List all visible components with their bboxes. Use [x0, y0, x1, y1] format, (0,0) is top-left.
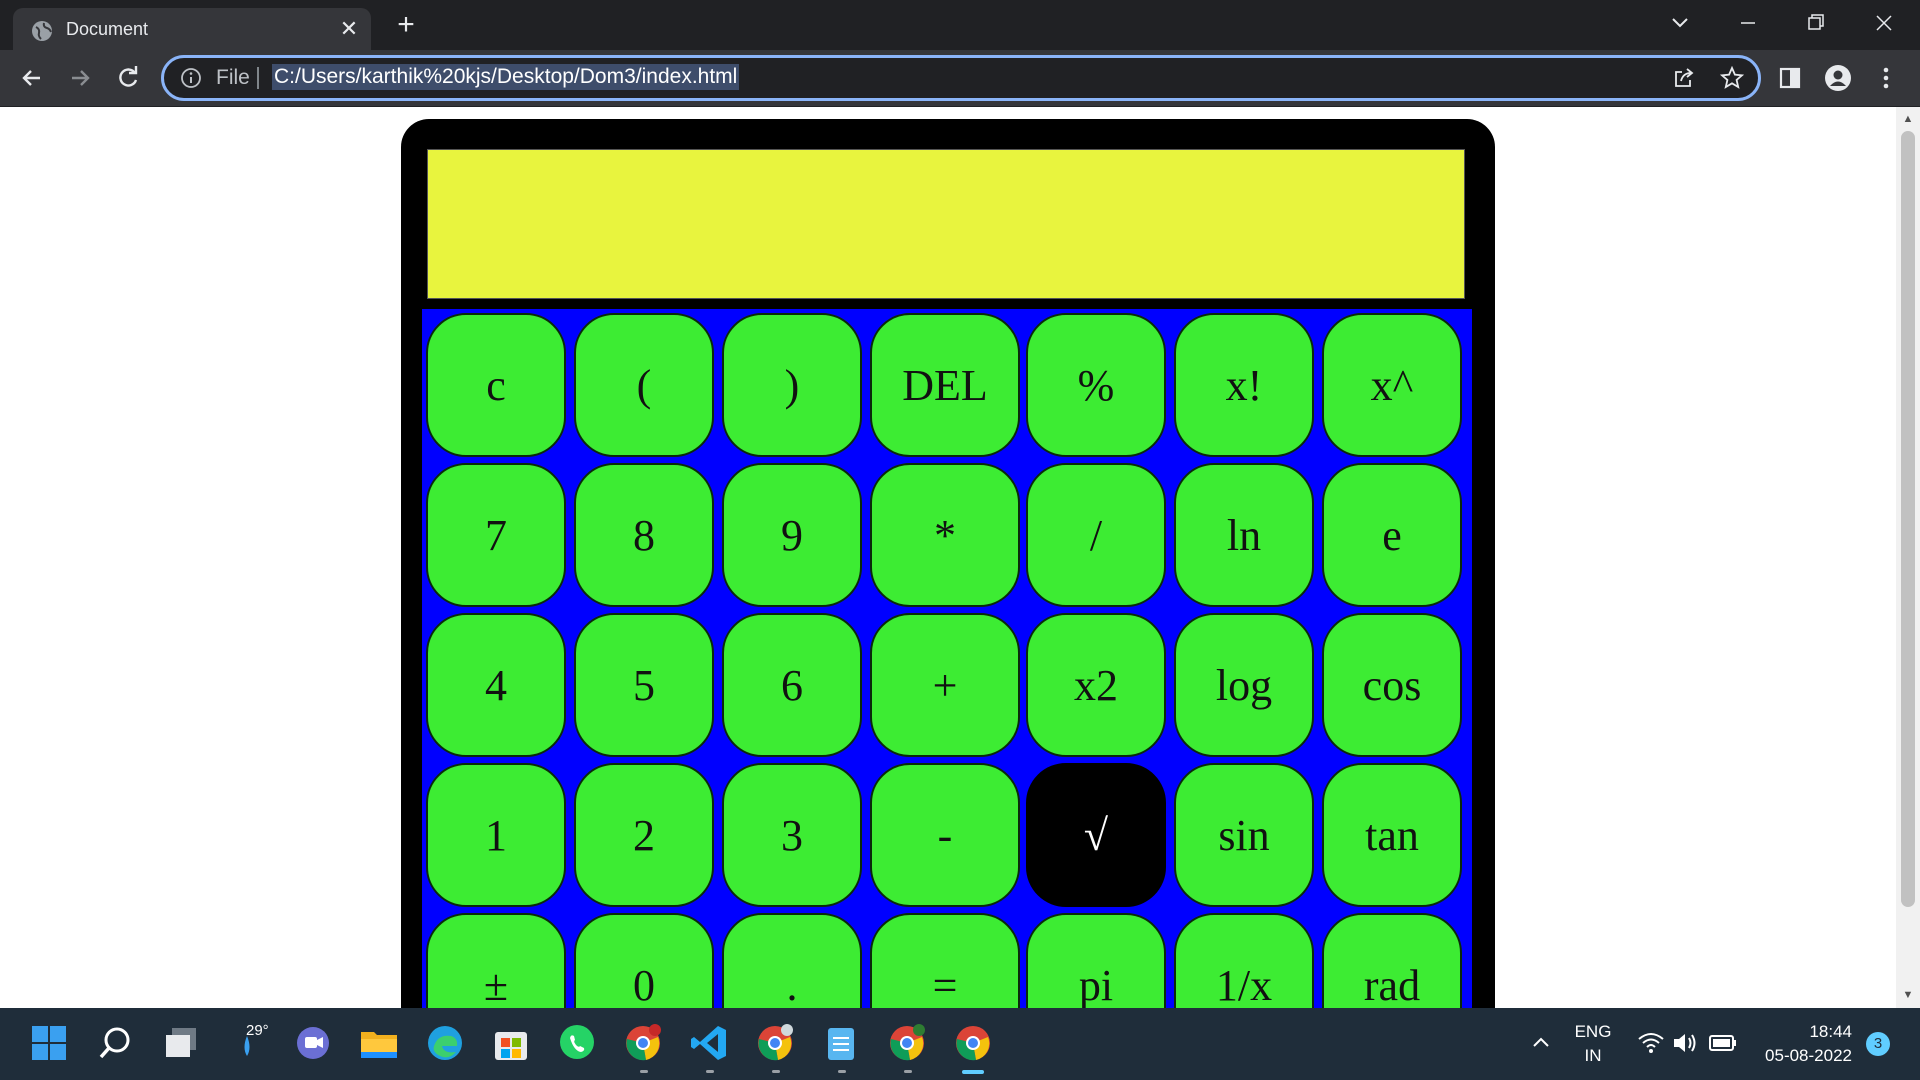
address-scheme-label: File: [216, 66, 250, 89]
calc-key[interactable]: %: [1026, 313, 1166, 457]
calc-key[interactable]: DEL: [870, 313, 1020, 457]
calculator-body: c() DEL% x! x^ 7 8 9 * / ln e 4 5 6 + x2 log cos 1 2 3- √ sin t…: [401, 119, 1495, 1008]
chevron-up-icon[interactable]: [1520, 1022, 1562, 1064]
battery-icon[interactable]: [1702, 1022, 1744, 1064]
clock-date[interactable]: 05-08-2022: [1752, 1046, 1852, 1066]
calc-key[interactable]: 4: [426, 613, 566, 757]
clock-time[interactable]: 18:44: [1752, 1022, 1852, 1042]
active-app-indicator: [962, 1070, 984, 1074]
calc-key[interactable]: 5: [574, 613, 714, 757]
calc-key[interactable]: 8: [574, 463, 714, 607]
calc-key[interactable]: √: [1026, 763, 1166, 907]
calc-key[interactable]: c: [426, 313, 566, 457]
edge-browser-icon[interactable]: [424, 1022, 466, 1064]
calc-key[interactable]: /: [1026, 463, 1166, 607]
running-indicator: [640, 1070, 648, 1073]
running-indicator: [706, 1070, 714, 1073]
side-panel-icon[interactable]: [1776, 64, 1804, 92]
calc-key[interactable]: pi: [1026, 913, 1166, 1008]
language-indicator[interactable]: ENG: [1572, 1022, 1614, 1042]
address-bar[interactable]: File C:/Users/karthik%20kjs/Desktop/Dom3…: [161, 55, 1761, 101]
chrome-active-icon[interactable]: [952, 1022, 994, 1064]
browser-titlebar: Document ✕ +: [0, 0, 1920, 50]
windows-start-icon[interactable]: [28, 1022, 70, 1064]
running-indicator: [838, 1070, 846, 1073]
calc-key[interactable]: 9: [722, 463, 862, 607]
chrome-profile-3-icon[interactable]: [886, 1022, 928, 1064]
scrollbar-thumb[interactable]: [1901, 131, 1915, 907]
running-indicator: [772, 1070, 780, 1073]
teams-chat-icon[interactable]: [292, 1022, 334, 1064]
share-icon[interactable]: [1672, 66, 1696, 90]
calc-key[interactable]: 2: [574, 763, 714, 907]
weather-temperature: 29°: [246, 1022, 269, 1039]
tab-title: Document: [66, 19, 149, 39]
browser-tab[interactable]: Document ✕: [13, 8, 371, 50]
reload-icon[interactable]: [114, 64, 142, 92]
calc-key[interactable]: tan: [1322, 763, 1462, 907]
address-separator: [257, 67, 259, 89]
chrome-profile-2-icon[interactable]: [754, 1022, 796, 1064]
chrome-profile-1-icon[interactable]: [622, 1022, 664, 1064]
calc-key[interactable]: ln: [1174, 463, 1314, 607]
windows-taskbar: 29° ENG IN 18:44 05-08-2022 3: [0, 1008, 1920, 1080]
bookmark-star-icon[interactable]: [1720, 66, 1744, 90]
calc-key[interactable]: e: [1322, 463, 1462, 607]
calc-key[interactable]: sin: [1174, 763, 1314, 907]
browser-toolbar: File C:/Users/karthik%20kjs/Desktop/Dom3…: [0, 50, 1920, 107]
page-viewport: c() DEL% x! x^ 7 8 9 * / ln e 4 5 6 + x2 log cos 1 2 3- √ sin t…: [0, 107, 1896, 1008]
vscode-icon[interactable]: [688, 1022, 730, 1064]
tab-search-icon[interactable]: [1660, 8, 1700, 38]
calc-key[interactable]: 0: [574, 913, 714, 1008]
whatsapp-icon[interactable]: [556, 1022, 598, 1064]
profile-avatar-icon[interactable]: [1824, 64, 1852, 92]
calc-key[interactable]: =: [870, 913, 1020, 1008]
more-menu-icon[interactable]: [1872, 64, 1900, 92]
calc-key[interactable]: 7: [426, 463, 566, 607]
search-icon[interactable]: [94, 1022, 136, 1064]
close-window-icon[interactable]: [1864, 8, 1904, 38]
notepad-icon[interactable]: [820, 1022, 862, 1064]
restore-icon[interactable]: [1796, 8, 1836, 38]
info-icon[interactable]: [180, 67, 202, 89]
address-url[interactable]: C:/Users/karthik%20kjs/Desktop/Dom3/inde…: [272, 64, 740, 90]
close-tab-icon[interactable]: ✕: [335, 15, 363, 43]
calc-key[interactable]: ): [722, 313, 862, 457]
calc-key[interactable]: 3: [722, 763, 862, 907]
calc-key[interactable]: (: [574, 313, 714, 457]
calc-key[interactable]: 1/x: [1174, 913, 1314, 1008]
calc-key[interactable]: x!: [1174, 313, 1314, 457]
calc-key[interactable]: *: [870, 463, 1020, 607]
calc-key[interactable]: .: [722, 913, 862, 1008]
running-indicator: [904, 1070, 912, 1073]
calc-key[interactable]: +: [870, 613, 1020, 757]
calc-key[interactable]: x2: [1026, 613, 1166, 757]
calc-key[interactable]: rad: [1322, 913, 1462, 1008]
task-view-icon[interactable]: [160, 1022, 202, 1064]
back-arrow-icon[interactable]: [18, 64, 46, 92]
forward-arrow-icon[interactable]: [66, 64, 94, 92]
calc-key[interactable]: log: [1174, 613, 1314, 757]
calculator-display[interactable]: [427, 149, 1465, 299]
file-explorer-icon[interactable]: [358, 1022, 400, 1064]
calc-key[interactable]: ±: [426, 913, 566, 1008]
minimize-icon[interactable]: [1728, 8, 1768, 38]
calc-key[interactable]: x^: [1322, 313, 1462, 457]
volume-icon[interactable]: [1664, 1022, 1706, 1064]
microsoft-store-icon[interactable]: [490, 1022, 532, 1064]
calc-key[interactable]: 1: [426, 763, 566, 907]
new-tab-button[interactable]: +: [390, 10, 422, 42]
scroll-down-icon[interactable]: ▼: [1902, 989, 1914, 1001]
region-indicator[interactable]: IN: [1572, 1046, 1614, 1066]
calc-key[interactable]: cos: [1322, 613, 1462, 757]
notification-badge[interactable]: 3: [1866, 1032, 1890, 1056]
scroll-up-icon[interactable]: ▲: [1902, 113, 1914, 125]
vertical-scrollbar[interactable]: ▲ ▼: [1896, 107, 1920, 1008]
calc-key[interactable]: 6: [722, 613, 862, 757]
calculator-keypad: c() DEL% x! x^ 7 8 9 * / ln e 4 5 6 + x2 log cos 1 2 3- √ sin t…: [422, 309, 1472, 1008]
globe-icon: [32, 21, 52, 41]
calc-key[interactable]: -: [870, 763, 1020, 907]
